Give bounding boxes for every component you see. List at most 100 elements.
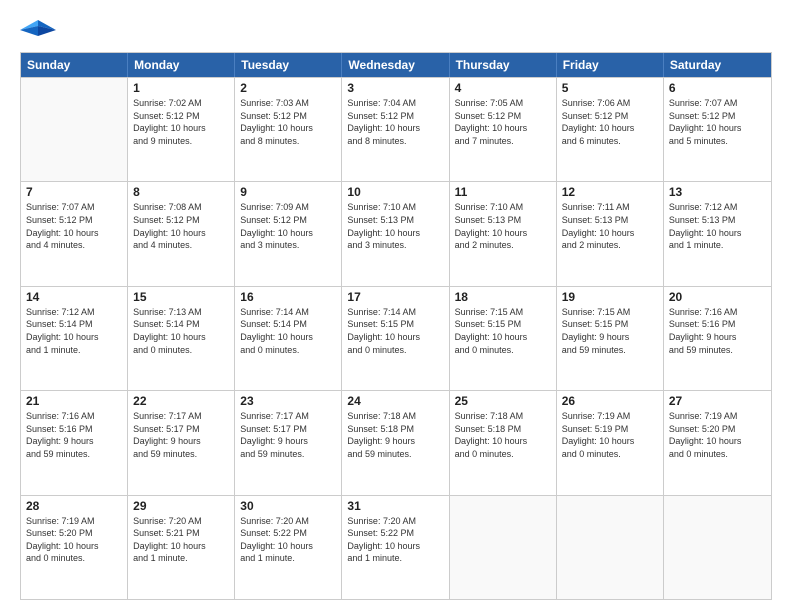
day-number: 1 — [133, 81, 229, 95]
day-number: 12 — [562, 185, 658, 199]
day-number: 24 — [347, 394, 443, 408]
day-number: 17 — [347, 290, 443, 304]
calendar-cell: 28 Sunrise: 7:19 AM Sunset: 5:20 PM Dayli… — [21, 496, 128, 599]
calendar-header-cell: Wednesday — [342, 53, 449, 77]
calendar-cell: 3Sunrise: 7:04 AM Sunset: 5:12 PM Daylig… — [342, 78, 449, 181]
day-number: 15 — [133, 290, 229, 304]
day-info: Sunrise: 7:19 AM Sunset: 5:20 PM Dayligh… — [26, 515, 122, 565]
calendar-cell: 10Sunrise: 7:10 AM Sunset: 5:13 PM Dayli… — [342, 182, 449, 285]
day-info: Sunrise: 7:20 AM Sunset: 5:22 PM Dayligh… — [240, 515, 336, 565]
day-info: Sunrise: 7:10 AM Sunset: 5:13 PM Dayligh… — [347, 201, 443, 251]
day-number: 6 — [669, 81, 766, 95]
day-number: 22 — [133, 394, 229, 408]
day-info: Sunrise: 7:14 AM Sunset: 5:14 PM Dayligh… — [240, 306, 336, 356]
calendar-cell: 2Sunrise: 7:03 AM Sunset: 5:12 PM Daylig… — [235, 78, 342, 181]
day-info: Sunrise: 7:08 AM Sunset: 5:12 PM Dayligh… — [133, 201, 229, 251]
calendar-cell: 30 Sunrise: 7:20 AM Sunset: 5:22 PM Dayli… — [235, 496, 342, 599]
day-number: 5 — [562, 81, 658, 95]
day-number: 13 — [669, 185, 766, 199]
calendar-cell: 24 Sunrise: 7:18 AM Sunset: 5:18 PM Dayli… — [342, 391, 449, 494]
day-info: Sunrise: 7:05 AM Sunset: 5:12 PM Dayligh… — [455, 97, 551, 147]
calendar-row: 28 Sunrise: 7:19 AM Sunset: 5:20 PM Dayli… — [21, 495, 771, 599]
day-number: 28 — [26, 499, 122, 513]
calendar-row: 1 Sunrise: 7:02 AM Sunset: 5:12 PM Daylig… — [21, 77, 771, 181]
calendar-cell: 8 Sunrise: 7:08 AM Sunset: 5:12 PM Daylig… — [128, 182, 235, 285]
day-number: 29 — [133, 499, 229, 513]
calendar-header-cell: Tuesday — [235, 53, 342, 77]
calendar-header-cell: Monday — [128, 53, 235, 77]
calendar-cell: 12Sunrise: 7:11 AM Sunset: 5:13 PM Dayli… — [557, 182, 664, 285]
day-number: 20 — [669, 290, 766, 304]
day-number: 4 — [455, 81, 551, 95]
day-number: 21 — [26, 394, 122, 408]
calendar-row: 14Sunrise: 7:12 AM Sunset: 5:14 PM Dayli… — [21, 286, 771, 390]
day-info: Sunrise: 7:19 AM Sunset: 5:19 PM Dayligh… — [562, 410, 658, 460]
calendar-cell: 23 Sunrise: 7:17 AM Sunset: 5:17 PM Dayli… — [235, 391, 342, 494]
calendar-cell — [21, 78, 128, 181]
day-info: Sunrise: 7:07 AM Sunset: 5:12 PM Dayligh… — [669, 97, 766, 147]
calendar-row: 7 Sunrise: 7:07 AM Sunset: 5:12 PM Daylig… — [21, 181, 771, 285]
page-header — [20, 16, 772, 44]
calendar-cell: 16 Sunrise: 7:14 AM Sunset: 5:14 PM Dayli… — [235, 287, 342, 390]
calendar-cell: 13 Sunrise: 7:12 AM Sunset: 5:13 PM Dayli… — [664, 182, 771, 285]
day-number: 30 — [240, 499, 336, 513]
calendar-body: 1 Sunrise: 7:02 AM Sunset: 5:12 PM Daylig… — [21, 77, 771, 599]
calendar-cell: 21Sunrise: 7:16 AM Sunset: 5:16 PM Dayli… — [21, 391, 128, 494]
day-info: Sunrise: 7:10 AM Sunset: 5:13 PM Dayligh… — [455, 201, 551, 251]
day-number: 11 — [455, 185, 551, 199]
calendar-cell — [450, 496, 557, 599]
day-number: 2 — [240, 81, 336, 95]
day-info: Sunrise: 7:20 AM Sunset: 5:21 PM Dayligh… — [133, 515, 229, 565]
day-info: Sunrise: 7:02 AM Sunset: 5:12 PM Dayligh… — [133, 97, 229, 147]
day-number: 27 — [669, 394, 766, 408]
calendar-row: 21Sunrise: 7:16 AM Sunset: 5:16 PM Dayli… — [21, 390, 771, 494]
day-info: Sunrise: 7:16 AM Sunset: 5:16 PM Dayligh… — [669, 306, 766, 356]
day-info: Sunrise: 7:19 AM Sunset: 5:20 PM Dayligh… — [669, 410, 766, 460]
day-number: 3 — [347, 81, 443, 95]
calendar-cell: 29 Sunrise: 7:20 AM Sunset: 5:21 PM Dayli… — [128, 496, 235, 599]
calendar-cell: 19 Sunrise: 7:15 AM Sunset: 5:15 PM Dayli… — [557, 287, 664, 390]
day-info: Sunrise: 7:09 AM Sunset: 5:12 PM Dayligh… — [240, 201, 336, 251]
day-info: Sunrise: 7:17 AM Sunset: 5:17 PM Dayligh… — [133, 410, 229, 460]
calendar-cell: 7 Sunrise: 7:07 AM Sunset: 5:12 PM Daylig… — [21, 182, 128, 285]
calendar-cell — [557, 496, 664, 599]
calendar-cell: 20 Sunrise: 7:16 AM Sunset: 5:16 PM Dayli… — [664, 287, 771, 390]
calendar-cell: 6 Sunrise: 7:07 AM Sunset: 5:12 PM Daylig… — [664, 78, 771, 181]
calendar-header: SundayMondayTuesdayWednesdayThursdayFrid… — [21, 53, 771, 77]
day-info: Sunrise: 7:15 AM Sunset: 5:15 PM Dayligh… — [562, 306, 658, 356]
calendar-cell: 11 Sunrise: 7:10 AM Sunset: 5:13 PM Dayli… — [450, 182, 557, 285]
day-number: 9 — [240, 185, 336, 199]
calendar-cell — [664, 496, 771, 599]
day-info: Sunrise: 7:17 AM Sunset: 5:17 PM Dayligh… — [240, 410, 336, 460]
calendar-header-cell: Sunday — [21, 53, 128, 77]
day-info: Sunrise: 7:07 AM Sunset: 5:12 PM Dayligh… — [26, 201, 122, 251]
day-info: Sunrise: 7:12 AM Sunset: 5:13 PM Dayligh… — [669, 201, 766, 251]
logo-bird-icon — [20, 16, 56, 44]
calendar: SundayMondayTuesdayWednesdayThursdayFrid… — [20, 52, 772, 600]
day-number: 23 — [240, 394, 336, 408]
day-info: Sunrise: 7:13 AM Sunset: 5:14 PM Dayligh… — [133, 306, 229, 356]
calendar-cell: 26 Sunrise: 7:19 AM Sunset: 5:19 PM Dayli… — [557, 391, 664, 494]
day-info: Sunrise: 7:20 AM Sunset: 5:22 PM Dayligh… — [347, 515, 443, 565]
calendar-cell: 27 Sunrise: 7:19 AM Sunset: 5:20 PM Dayli… — [664, 391, 771, 494]
calendar-cell: 4 Sunrise: 7:05 AM Sunset: 5:12 PM Daylig… — [450, 78, 557, 181]
calendar-header-cell: Thursday — [450, 53, 557, 77]
day-number: 8 — [133, 185, 229, 199]
day-info: Sunrise: 7:18 AM Sunset: 5:18 PM Dayligh… — [347, 410, 443, 460]
calendar-cell: 31 Sunrise: 7:20 AM Sunset: 5:22 PM Dayli… — [342, 496, 449, 599]
calendar-header-cell: Friday — [557, 53, 664, 77]
calendar-cell: 17 Sunrise: 7:14 AM Sunset: 5:15 PM Dayli… — [342, 287, 449, 390]
calendar-cell: 22 Sunrise: 7:17 AM Sunset: 5:17 PM Dayli… — [128, 391, 235, 494]
calendar-cell: 25 Sunrise: 7:18 AM Sunset: 5:18 PM Dayli… — [450, 391, 557, 494]
day-number: 31 — [347, 499, 443, 513]
day-number: 18 — [455, 290, 551, 304]
day-info: Sunrise: 7:14 AM Sunset: 5:15 PM Dayligh… — [347, 306, 443, 356]
day-number: 25 — [455, 394, 551, 408]
day-number: 7 — [26, 185, 122, 199]
day-info: Sunrise: 7:18 AM Sunset: 5:18 PM Dayligh… — [455, 410, 551, 460]
day-number: 14 — [26, 290, 122, 304]
day-number: 16 — [240, 290, 336, 304]
day-number: 19 — [562, 290, 658, 304]
logo — [20, 16, 60, 44]
day-number: 26 — [562, 394, 658, 408]
